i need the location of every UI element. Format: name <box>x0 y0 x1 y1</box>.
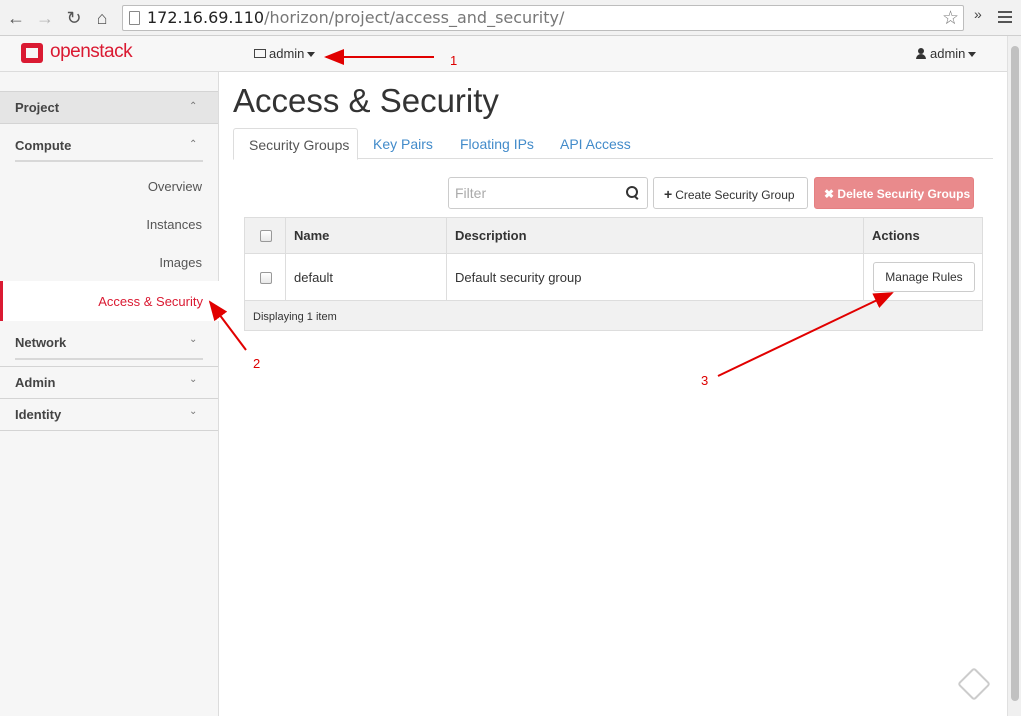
section-divider <box>15 358 203 360</box>
tab-api-access[interactable]: API Access <box>560 128 631 159</box>
page-icon <box>129 11 140 25</box>
project-selector-label: admin <box>269 46 305 61</box>
chevron-up-icon: ⌃ <box>189 139 198 150</box>
url-text: 172.16.69.110/horizon/project/access_and… <box>147 8 565 27</box>
chevron-down-icon: ⌄ <box>189 374 198 385</box>
sidebar-section-label: Network <box>15 335 67 350</box>
chevron-down-icon: ⌄ <box>189 334 198 345</box>
home-icon[interactable]: ⌂ <box>91 7 113 29</box>
section-divider <box>15 160 203 162</box>
delete-button-label: Delete Security Groups <box>837 187 971 201</box>
row-name: default <box>294 270 334 285</box>
reload-icon[interactable]: ↻ <box>63 7 85 29</box>
sidebar-section-network[interactable]: Network ⌄ <box>0 328 218 362</box>
tab-security-groups[interactable]: Security Groups <box>233 128 358 160</box>
chevron-up-icon: ⌃ <box>189 101 198 112</box>
column-divider <box>863 218 864 300</box>
close-icon: ✖ <box>824 187 835 201</box>
browser-menu-icon[interactable] <box>998 11 1012 26</box>
divider <box>0 430 218 431</box>
security-groups-table: Name Description Actions default Default… <box>244 217 983 331</box>
sidebar-item-label: Access & Security <box>98 294 203 309</box>
address-bar[interactable]: 172.16.69.110/horizon/project/access_and… <box>122 5 964 31</box>
sidebar-section-admin[interactable]: Admin ⌄ <box>0 368 218 398</box>
column-divider <box>446 218 447 300</box>
scroll-thumb[interactable] <box>1011 46 1019 701</box>
forward-arrow-icon[interactable]: → <box>34 7 56 29</box>
sidebar-item-overview[interactable]: Overview <box>148 179 202 194</box>
table-item-count: Displaying 1 item <box>253 311 337 323</box>
sidebar: Project ⌃ Compute ⌃ Overview Instances I… <box>0 72 219 716</box>
bookmark-star-icon[interactable]: ☆ <box>942 7 959 30</box>
manage-rules-button[interactable]: Manage Rules <box>873 262 975 292</box>
plus-icon: + <box>664 186 673 202</box>
column-header-description[interactable]: Description <box>455 228 527 243</box>
annotation-label-3: 3 <box>701 373 709 388</box>
app-header: openstack admin admin <box>0 36 1007 72</box>
column-header-name[interactable]: Name <box>294 228 329 243</box>
create-button-label: Create Security Group <box>675 188 795 202</box>
table-footer: Displaying 1 item <box>245 300 982 330</box>
tab-floating-ips[interactable]: Floating IPs <box>460 128 534 159</box>
divider <box>0 366 218 367</box>
row-checkbox[interactable] <box>260 272 272 284</box>
back-arrow-icon[interactable]: ← <box>5 7 27 29</box>
sidebar-section-label: Compute <box>15 138 72 153</box>
project-selector-dropdown[interactable]: admin <box>254 46 316 61</box>
project-icon <box>254 49 266 59</box>
create-security-group-button[interactable]: + Create Security Group <box>653 177 808 209</box>
user-icon <box>916 48 926 60</box>
select-all-checkbox[interactable] <box>260 230 272 242</box>
column-header-actions: Actions <box>872 228 920 243</box>
sidebar-section-project[interactable]: Project ⌃ <box>0 91 218 124</box>
openstack-logo-icon <box>21 43 43 63</box>
watermark-logo-icon <box>957 667 991 701</box>
caret-down-icon <box>307 52 316 58</box>
filter-group <box>448 177 648 209</box>
sidebar-section-label: Admin <box>15 375 56 390</box>
sidebar-section-label: Project <box>15 100 60 115</box>
page-title: Access & Security <box>233 82 499 119</box>
table-header: Name Description Actions <box>245 218 982 254</box>
sidebar-section-identity[interactable]: Identity ⌄ <box>0 400 218 430</box>
sidebar-item-images[interactable]: Images <box>159 255 202 270</box>
sidebar-section-compute[interactable]: Compute ⌃ <box>0 130 218 164</box>
user-menu-dropdown[interactable]: admin <box>916 46 977 61</box>
divider <box>0 398 218 399</box>
filter-input[interactable] <box>450 179 618 207</box>
extensions-overflow-button[interactable]: » <box>974 6 982 22</box>
row-description: Default security group <box>455 270 582 285</box>
page-scrollbar[interactable] <box>1007 36 1021 716</box>
browser-toolbar: ← → ↻ ⌂ 172.16.69.110/horizon/project/ac… <box>0 0 1021 36</box>
caret-down-icon <box>968 52 977 58</box>
column-divider <box>285 218 286 300</box>
tab-bar: Security Groups Key Pairs Floating IPs A… <box>233 128 993 160</box>
annotation-label-1: 1 <box>450 53 458 68</box>
user-menu-label: admin <box>930 46 966 61</box>
delete-security-groups-button[interactable]: ✖ Delete Security Groups <box>814 177 974 209</box>
sidebar-section-label: Identity <box>15 407 62 422</box>
search-icon[interactable] <box>626 186 638 198</box>
logo-text: openstack <box>50 41 133 62</box>
annotation-label-2: 2 <box>253 356 261 371</box>
tab-key-pairs[interactable]: Key Pairs <box>373 128 433 159</box>
sidebar-item-instances[interactable]: Instances <box>146 217 202 232</box>
chevron-down-icon: ⌄ <box>189 406 198 417</box>
sidebar-item-access-security[interactable]: Access & Security <box>0 281 219 321</box>
